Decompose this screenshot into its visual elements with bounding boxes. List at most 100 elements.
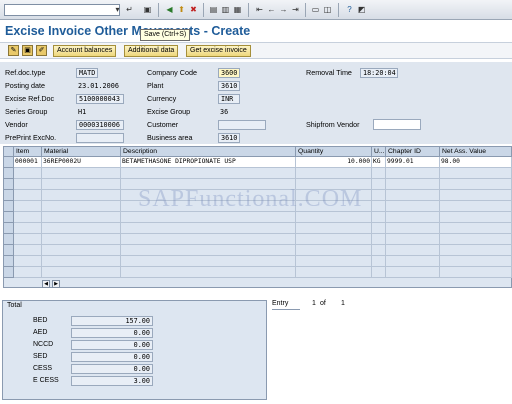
table-cell[interactable]: [440, 168, 512, 179]
table-cell[interactable]: [121, 168, 296, 179]
table-cell[interactable]: [440, 245, 512, 256]
table-cell[interactable]: [121, 223, 296, 234]
table-cell[interactable]: [296, 223, 372, 234]
table-cell[interactable]: [14, 223, 42, 234]
column-header[interactable]: U...: [372, 147, 386, 157]
row-selector[interactable]: [4, 201, 14, 212]
first-page-icon[interactable]: ⇤: [254, 4, 265, 15]
table-cell[interactable]: [42, 212, 121, 223]
table-cell[interactable]: [296, 267, 372, 278]
table-cell[interactable]: [42, 201, 121, 212]
table-cell[interactable]: [372, 223, 386, 234]
table-cell[interactable]: 10.000: [296, 157, 372, 168]
shortcut-icon[interactable]: ◫: [322, 4, 333, 15]
table-cell[interactable]: 36REP0002U: [42, 157, 121, 168]
table-cell[interactable]: [440, 201, 512, 212]
plant-field[interactable]: 3610: [218, 81, 240, 91]
column-header[interactable]: Net Ass. Value: [440, 147, 512, 157]
save-icon[interactable]: ▣: [142, 4, 153, 15]
table-cell[interactable]: BETAMETHASONE DIPROPIONATE USP: [121, 157, 296, 168]
preprint-field[interactable]: [76, 133, 124, 143]
table-cell[interactable]: [42, 223, 121, 234]
table-cell[interactable]: [14, 234, 42, 245]
other-document-icon[interactable]: ▣: [22, 45, 33, 56]
account-balances-button[interactable]: Account balances: [53, 45, 117, 57]
row-selector[interactable]: [4, 234, 14, 245]
table-cell[interactable]: [42, 267, 121, 278]
table-cell[interactable]: [440, 256, 512, 267]
table-cell[interactable]: [14, 190, 42, 201]
table-cell[interactable]: [14, 168, 42, 179]
table-cell[interactable]: [42, 234, 121, 245]
excise-ref-doc-field[interactable]: 5100000043: [76, 94, 124, 104]
table-cell[interactable]: [296, 256, 372, 267]
prev-page-icon[interactable]: ←: [266, 4, 277, 15]
row-selector[interactable]: [4, 245, 14, 256]
row-selector[interactable]: [4, 157, 14, 168]
table-cell[interactable]: [121, 267, 296, 278]
exit-icon[interactable]: ⬆: [176, 4, 187, 15]
currency-field[interactable]: INR: [218, 94, 240, 104]
table-cell[interactable]: [440, 267, 512, 278]
table-cell[interactable]: [14, 245, 42, 256]
table-cell[interactable]: [440, 223, 512, 234]
find-next-icon[interactable]: ▦: [232, 4, 243, 15]
table-cell[interactable]: [296, 168, 372, 179]
row-selector[interactable]: [4, 267, 14, 278]
help-icon[interactable]: ?: [344, 4, 355, 15]
customer-field[interactable]: [218, 120, 266, 130]
shipfrom-vendor-field[interactable]: [373, 119, 421, 130]
table-cell[interactable]: [372, 267, 386, 278]
scroll-left-icon[interactable]: ◀: [42, 280, 50, 288]
table-cell[interactable]: 98.00: [440, 157, 512, 168]
column-header[interactable]: Description: [121, 147, 296, 157]
table-cell[interactable]: [372, 201, 386, 212]
table-cell[interactable]: [372, 245, 386, 256]
column-header[interactable]: Chapter ID: [386, 147, 440, 157]
row-selector[interactable]: [4, 212, 14, 223]
find-icon[interactable]: ▥: [220, 4, 231, 15]
table-cell[interactable]: [121, 212, 296, 223]
back-icon[interactable]: ◀: [164, 4, 175, 15]
display-change-icon[interactable]: ✎: [8, 45, 19, 56]
table-cell[interactable]: [386, 256, 440, 267]
column-header[interactable]: Quantity: [296, 147, 372, 157]
table-cell[interactable]: [386, 212, 440, 223]
removal-time-field[interactable]: 18:20:04: [360, 68, 398, 78]
table-cell[interactable]: [121, 256, 296, 267]
table-cell[interactable]: [42, 256, 121, 267]
table-cell[interactable]: [386, 267, 440, 278]
additional-data-button[interactable]: Additional data: [124, 45, 179, 57]
table-cell[interactable]: [372, 234, 386, 245]
select-all-cell[interactable]: [4, 147, 14, 157]
table-cell[interactable]: [14, 201, 42, 212]
row-selector[interactable]: [4, 190, 14, 201]
table-cell[interactable]: [14, 267, 42, 278]
table-cell[interactable]: [372, 212, 386, 223]
table-cell[interactable]: [440, 212, 512, 223]
table-cell[interactable]: [440, 190, 512, 201]
table-cell[interactable]: [121, 245, 296, 256]
table-cell[interactable]: [386, 234, 440, 245]
row-selector[interactable]: [4, 223, 14, 234]
table-cell[interactable]: [14, 256, 42, 267]
vendor-field[interactable]: 0000310006: [76, 120, 124, 130]
company-code-field[interactable]: 3600: [218, 68, 240, 78]
table-cell[interactable]: [296, 212, 372, 223]
table-cell[interactable]: [372, 256, 386, 267]
table-cell[interactable]: [14, 179, 42, 190]
table-cell[interactable]: [372, 190, 386, 201]
ref-doc-type-field[interactable]: MATD: [76, 68, 98, 78]
table-cell[interactable]: [121, 234, 296, 245]
print-icon[interactable]: ▤: [208, 4, 219, 15]
enter-icon[interactable]: ↵: [124, 4, 135, 15]
table-cell[interactable]: [42, 245, 121, 256]
table-cell[interactable]: [296, 234, 372, 245]
row-selector[interactable]: [4, 168, 14, 179]
last-page-icon[interactable]: ⇥: [290, 4, 301, 15]
cancel-icon[interactable]: ✖: [188, 4, 199, 15]
table-cell[interactable]: [386, 190, 440, 201]
table-cell[interactable]: [386, 179, 440, 190]
row-selector[interactable]: [4, 256, 14, 267]
table-cell[interactable]: [372, 168, 386, 179]
